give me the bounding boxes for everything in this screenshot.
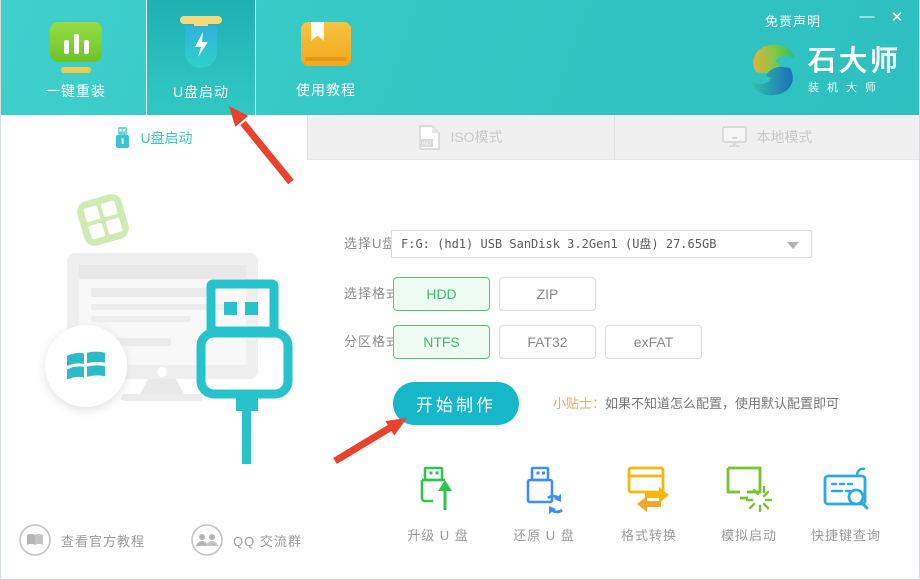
tool-simulate-boot[interactable]: 模拟启动 (697, 466, 801, 544)
brand-logo: 石大师 装机大师 (748, 42, 901, 98)
tool-upgrade-usb[interactable]: 升级 U 盘 (386, 466, 490, 544)
tutorial-book-icon (301, 22, 351, 66)
tool-label: 格式转换 (621, 525, 677, 544)
disclaimer-link[interactable]: 免责声明 (765, 11, 821, 30)
nav-tab-label: U盘启动 (173, 82, 229, 102)
tool-format-convert[interactable]: 格式转换 (597, 466, 701, 544)
iso-file-icon: ISO (419, 125, 440, 150)
svg-text:ISO: ISO (422, 141, 432, 147)
hotkey-search-icon (823, 466, 869, 514)
format-option-hdd[interactable]: HDD (393, 277, 490, 311)
windows-flag-badge (45, 325, 127, 407)
partition-option-ntfs[interactable]: NTFS (393, 325, 490, 359)
mode-tabs: U盘启动 ISO ISO模式 本地模式 (1, 115, 919, 160)
tool-label: 还原 U 盘 (513, 525, 575, 544)
header: 一键重装 U盘启动 使用教程 (1, 0, 919, 115)
usb-drive-select[interactable]: F:G: (hd1) USB SanDisk 3.2Gen1 (U盘) 27.6… (391, 230, 812, 258)
nav-tab-reinstall[interactable]: 一键重装 (21, 0, 131, 115)
minimize-button[interactable]: — (857, 8, 877, 28)
link-official-tutorial[interactable]: 查看官方教程 (19, 524, 145, 556)
chevron-down-icon (787, 242, 799, 249)
mode-tab-label: ISO模式 (450, 127, 502, 147)
people-circle-icon (191, 524, 223, 556)
format-option-zip[interactable]: ZIP (499, 277, 596, 311)
main-panel: 选择U盘： F:G: (hd1) USB SanDisk 3.2Gen1 (U盘… (1, 160, 919, 580)
brand-subtitle: 装机大师 (808, 79, 901, 95)
nav-tab-tutorial[interactable]: 使用教程 (271, 0, 381, 115)
partition-option-fat32[interactable]: FAT32 (499, 325, 596, 359)
tip-prefix: 小贴士： (553, 396, 605, 411)
partition-option-exfat[interactable]: exFAT (605, 325, 702, 359)
nav-tab-label: 使用教程 (296, 80, 356, 100)
nav-tab-label: 一键重装 (46, 81, 106, 101)
tool-label: 升级 U 盘 (407, 525, 469, 544)
usb-monitor-illustration (21, 186, 321, 478)
link-label: 查看官方教程 (61, 531, 145, 550)
tool-restore-usb[interactable]: 还原 U 盘 (492, 466, 596, 544)
tool-label: 模拟启动 (721, 525, 777, 544)
nav-tab-usb-boot[interactable]: U盘启动 (146, 0, 256, 115)
local-monitor-icon (722, 126, 747, 148)
usb-restore-icon (523, 466, 565, 514)
reinstall-chart-icon (50, 22, 102, 62)
nav-tabs: 一键重装 U盘启动 使用教程 (21, 0, 381, 115)
tool-label: 快捷键查询 (811, 525, 881, 544)
tip-text: 小贴士：如果不知道怎么配置，使用默认配置即可 (553, 382, 839, 425)
tip-body: 如果不知道怎么配置，使用默认配置即可 (605, 396, 839, 411)
link-qq-group[interactable]: QQ 交流群 (191, 524, 302, 556)
format-convert-icon (627, 466, 671, 514)
mode-tab-iso-mode[interactable]: ISO ISO模式 (307, 115, 614, 160)
usb-drive-value: F:G: (hd1) USB SanDisk 3.2Gen1 (U盘) 27.6… (401, 231, 716, 257)
brand-name: 石大师 (808, 46, 901, 76)
close-button[interactable]: ✕ (887, 8, 907, 28)
mode-tab-label: 本地模式 (757, 127, 813, 147)
usb-shield-bolt-icon (173, 14, 229, 74)
mode-tab-usb-boot[interactable]: U盘启动 (1, 115, 307, 160)
usb-upgrade-icon (417, 466, 459, 514)
brand-swirl-icon (748, 42, 798, 98)
mode-tab-local-mode[interactable]: 本地模式 (614, 115, 919, 160)
windows-logo-tilted-icon (75, 192, 132, 249)
usb-stick-icon (115, 127, 130, 149)
reinstall-icon-base (61, 67, 91, 73)
app-window: 一键重装 U盘启动 使用教程 (0, 0, 920, 580)
start-make-button[interactable]: 开始制作 (393, 382, 519, 425)
simulate-boot-icon (726, 466, 772, 514)
mode-tab-label: U盘启动 (140, 128, 192, 148)
link-label: QQ 交流群 (233, 531, 302, 550)
book-circle-icon (19, 524, 51, 556)
tool-hotkey-query[interactable]: 快捷键查询 (794, 466, 898, 544)
